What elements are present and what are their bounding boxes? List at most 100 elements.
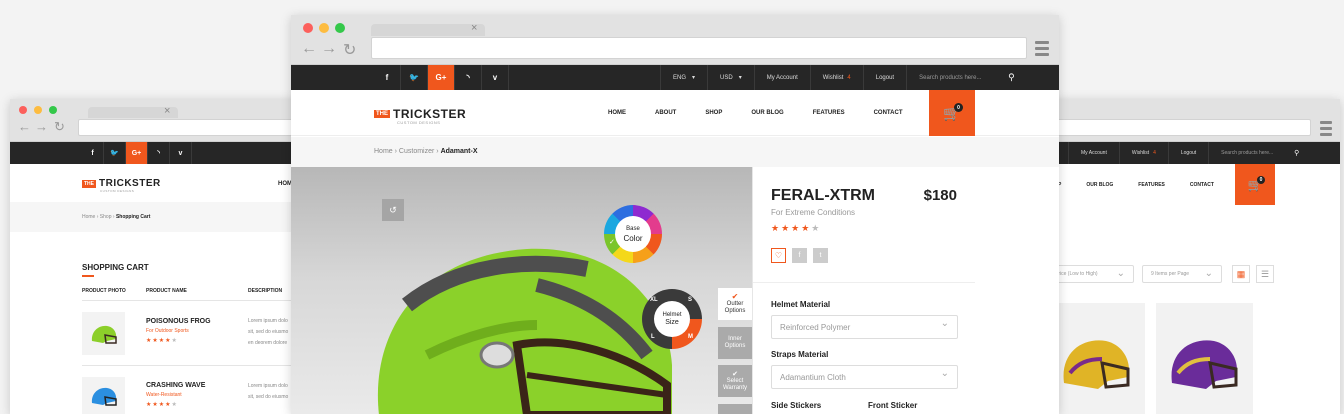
reload-icon[interactable]: ↻ xyxy=(54,119,65,135)
googleplus-icon[interactable]: G+ xyxy=(428,65,455,90)
menu-features[interactable]: FEATURES xyxy=(813,110,845,116)
desc-line: sit, sed do eiusmo xyxy=(248,329,289,335)
close-dot[interactable] xyxy=(303,23,313,33)
list-view-icon[interactable]: ☰ xyxy=(1256,265,1274,283)
helmet-size-wheel[interactable]: Helmet Size XL S L M xyxy=(642,289,702,349)
outer-options-tab[interactable]: ✔ Outter Options xyxy=(718,288,752,320)
menu-hamburger-icon[interactable] xyxy=(1320,121,1332,139)
share-facebook-button[interactable]: f xyxy=(792,248,807,263)
minimize-dot[interactable] xyxy=(319,23,329,33)
close-dot[interactable] xyxy=(19,106,27,114)
product-subtitle: For Extreme Conditions xyxy=(771,208,856,217)
helmet-size-center: Helmet Size xyxy=(654,301,690,337)
desc-line: Lorem ipsum dolo xyxy=(248,383,288,389)
menu-about[interactable]: ABOUT xyxy=(655,110,676,116)
menu-features[interactable]: FEATURES xyxy=(1138,182,1165,188)
menu-home[interactable]: HOME xyxy=(608,110,626,116)
menu-blog[interactable]: OUR BLOG xyxy=(751,110,783,116)
crumb-home[interactable]: Home xyxy=(82,214,95,220)
back-arrow-icon[interactable]: ← xyxy=(301,40,317,58)
logo[interactable]: THE TRICKSTER CUSTOM DESIGNS xyxy=(374,107,466,125)
currency-select[interactable]: USD ▾ xyxy=(707,65,754,90)
twitter-icon[interactable]: 🐦 xyxy=(401,65,428,90)
menu-contact[interactable]: CONTACT xyxy=(874,110,903,116)
wishlist-link[interactable]: Wishlist 4 xyxy=(1118,142,1168,164)
wishlist-heart-button[interactable]: ♡ xyxy=(771,248,786,263)
size-label1: Helmet xyxy=(662,312,682,318)
tab-close-icon[interactable]: × xyxy=(164,105,170,117)
cart-button[interactable]: 🛒 0 xyxy=(1235,164,1275,205)
inner-options-tab[interactable]: Inner Options xyxy=(718,327,752,359)
minimize-dot[interactable] xyxy=(34,106,42,114)
rss-icon[interactable]: ◝ xyxy=(148,142,170,164)
search-icon[interactable]: ⚲ xyxy=(1294,149,1299,157)
address-bar[interactable] xyxy=(371,37,1027,59)
per-page-select[interactable]: 9 Items per Page xyxy=(1142,265,1222,283)
logout-link[interactable]: Logout xyxy=(862,65,906,90)
chevron-down-icon: ▾ xyxy=(692,75,696,81)
column-description: DESCRIPTION xyxy=(248,288,283,294)
reset-button[interactable]: ↺ xyxy=(382,199,404,221)
logout-link[interactable]: Logout xyxy=(1167,142,1208,164)
logo[interactable]: THE TRICKSTER CUSTOM DESIGNS xyxy=(82,178,161,193)
straps-material-label: Straps Material xyxy=(771,350,829,359)
rating-stars: ★★★★★ xyxy=(146,338,178,344)
language-select[interactable]: ENG ▾ xyxy=(660,65,707,90)
vimeo-icon[interactable]: v xyxy=(170,142,192,164)
blue-helmet-icon xyxy=(91,387,117,406)
product-thumb[interactable] xyxy=(82,377,125,414)
grid-view-icon[interactable]: ▦ xyxy=(1232,265,1250,283)
maximize-dot[interactable] xyxy=(49,106,57,114)
product-card[interactable] xyxy=(1156,303,1253,414)
breadcrumb-bar: Home › Customizer › Adamant-X xyxy=(291,137,1059,167)
menu-home-partial[interactable]: HOM xyxy=(278,181,292,187)
my-account-link[interactable]: My Account xyxy=(753,65,810,90)
base-color-label2: Color xyxy=(623,234,643,243)
crumb-home[interactable]: Home xyxy=(374,148,393,155)
reload-icon[interactable]: ↻ xyxy=(343,40,356,60)
search-input[interactable]: Search products here... xyxy=(1208,142,1306,164)
extra-option-tab[interactable] xyxy=(718,404,752,414)
menu-hamburger-icon[interactable] xyxy=(1035,41,1049,59)
front-sticker-label: Front Sticker xyxy=(868,401,918,410)
size-m[interactable]: M xyxy=(688,334,693,340)
search-icon[interactable]: ⚲ xyxy=(1008,72,1015,83)
rss-icon[interactable]: ◝ xyxy=(455,65,482,90)
column-product-photo: PRODUCT PHOTO xyxy=(82,288,126,294)
straps-material-select[interactable]: Adamantium Cloth xyxy=(771,365,958,389)
menu-blog[interactable]: OUR BLOG xyxy=(1086,182,1113,188)
size-xl[interactable]: XL xyxy=(650,297,658,303)
base-color-wheel[interactable]: Base Color ✓ xyxy=(604,205,662,263)
size-s[interactable]: S xyxy=(688,297,692,303)
facebook-icon[interactable]: f xyxy=(374,65,401,90)
warranty-tab[interactable]: ✔ Select Warranty xyxy=(718,365,752,397)
menu-shop[interactable]: SHOP xyxy=(705,110,722,116)
facebook-icon[interactable]: f xyxy=(82,142,104,164)
forward-arrow-icon[interactable]: → xyxy=(321,40,337,58)
cart-button[interactable]: 🛒 0 xyxy=(929,90,975,136)
product-thumb[interactable] xyxy=(82,312,125,355)
size-l[interactable]: L xyxy=(651,334,655,340)
my-account-link[interactable]: My Account xyxy=(1068,142,1119,164)
crumb-shop[interactable]: Shop xyxy=(100,214,112,220)
menu-contact[interactable]: CONTACT xyxy=(1190,182,1214,188)
crumb-customizer[interactable]: Customizer xyxy=(399,148,434,155)
vimeo-icon[interactable]: v xyxy=(482,65,509,90)
maximize-dot[interactable] xyxy=(335,23,345,33)
product-name[interactable]: CRASHING WAVE xyxy=(146,382,205,389)
back-arrow-icon[interactable]: ← xyxy=(18,119,31,134)
product-panel: FERAL-XTRM $180 For Extreme Conditions ★… xyxy=(752,167,975,414)
forward-arrow-icon[interactable]: → xyxy=(35,119,48,134)
browser-tab[interactable] xyxy=(371,24,485,36)
search-input[interactable]: Search products here... xyxy=(906,65,1024,90)
tab-close-icon[interactable]: × xyxy=(471,22,477,34)
sort-select[interactable]: Price (Low to High) xyxy=(1046,265,1134,283)
twitter-icon[interactable]: 🐦 xyxy=(104,142,126,164)
helmet-material-select[interactable]: Reinforced Polymer xyxy=(771,315,958,339)
product-name[interactable]: POISONOUS FROG xyxy=(146,318,211,325)
share-twitter-button[interactable]: t xyxy=(813,248,828,263)
product-card[interactable] xyxy=(1048,303,1145,414)
green-helmet-icon xyxy=(91,325,117,344)
googleplus-icon[interactable]: G+ xyxy=(126,142,148,164)
wishlist-link[interactable]: Wishlist 4 xyxy=(809,65,863,90)
